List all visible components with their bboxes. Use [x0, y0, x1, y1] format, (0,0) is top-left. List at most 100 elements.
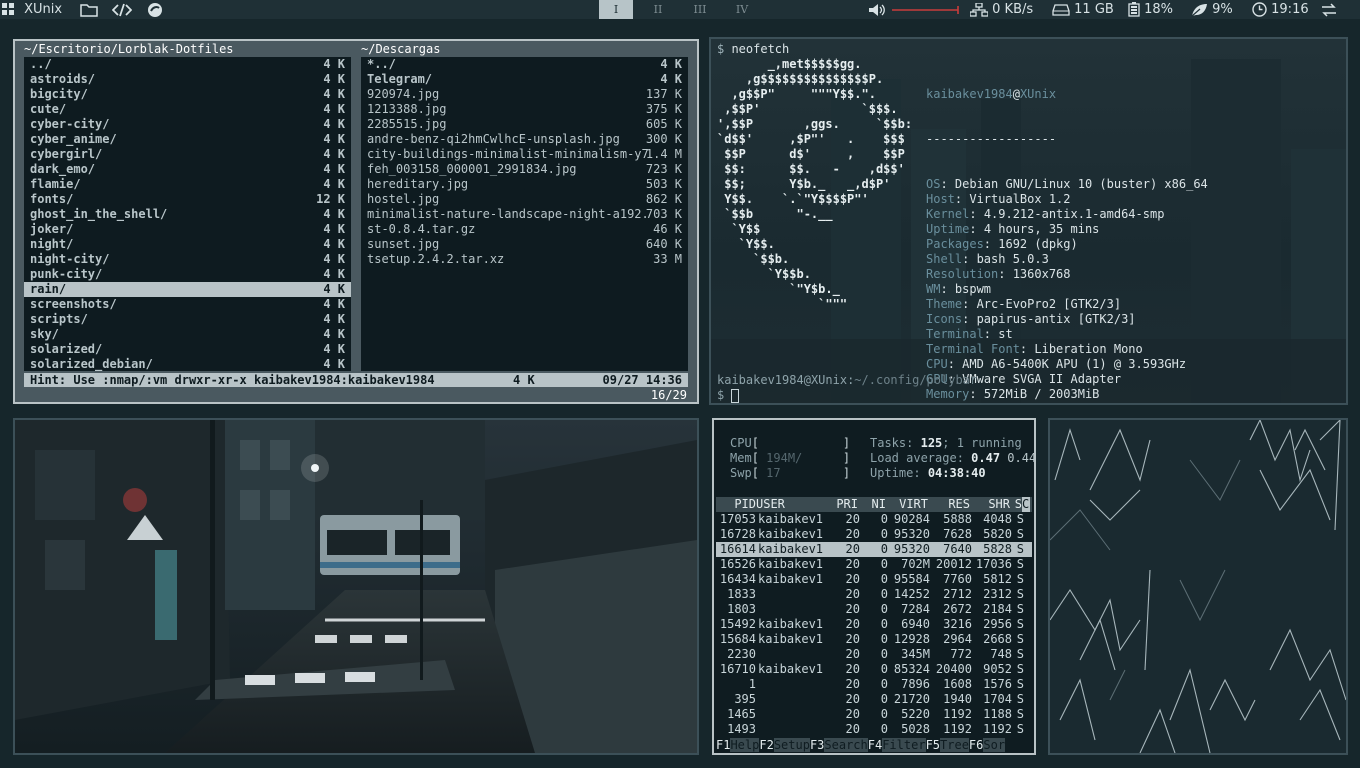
image-viewer-window[interactable] [13, 418, 699, 755]
process-row[interactable]: 1803 20 0 7284 2672 2184 S [716, 602, 1032, 617]
process-pri: 20 [845, 587, 860, 601]
files-launcher[interactable] [80, 0, 98, 19]
folder-row[interactable]: night-city/4 K [24, 252, 351, 267]
file-row[interactable]: 1213388.jpg 375 K [361, 102, 688, 117]
folder-row[interactable]: fonts/12 K [24, 192, 351, 207]
folder-row[interactable]: cute/4 K [24, 102, 351, 117]
column-header-shr[interactable]: SHR [970, 497, 1010, 512]
folder-row[interactable]: solarized_debian/4 K [24, 357, 351, 371]
file-row[interactable]: tsetup.2.4.2.tar.xz 33 M [361, 252, 688, 267]
folder-row[interactable]: joker/4 K [24, 222, 351, 237]
file-manager-window[interactable]: ~/Escritorio/Lorblak-Dotfiles ~/Descarga… [13, 39, 699, 404]
column-header-res[interactable]: RES [928, 497, 970, 512]
column-header-s[interactable]: S [1010, 497, 1022, 512]
process-row[interactable]: 15492 kaibakev1 20 0 6940 3216 2956 S [716, 617, 1032, 632]
process-row[interactable]: 16614 kaibakev1 20 0 95320 7640 5828 S [716, 542, 1032, 557]
folder-row[interactable]: cybergirl/4 K [24, 147, 351, 162]
power-module[interactable] [1320, 0, 1338, 19]
process-row[interactable]: 2230 20 0 345M 772 748 S [716, 647, 1032, 662]
process-row[interactable]: 1465 20 0 5220 1192 1188 S [716, 707, 1032, 722]
process-row[interactable]: 1833 20 0 14252 2712 2312 S [716, 587, 1032, 602]
entry-size: 4 K [323, 117, 345, 131]
folder-row[interactable]: bigcity/4 K [24, 87, 351, 102]
process-row[interactable]: 1493 20 0 5028 1192 1192 S [716, 722, 1032, 737]
folder-row[interactable]: cyber-city/4 K [24, 117, 351, 132]
entry-size: 12 K [316, 192, 345, 206]
input-line[interactable]: $ [717, 388, 740, 403]
file-row[interactable]: sunset.jpg 640 K [361, 237, 688, 252]
column-header-pid[interactable]: PID [716, 497, 756, 512]
folder-row[interactable]: *../ 4 K [361, 57, 688, 72]
swap-arrows-icon [1322, 2, 1336, 17]
volume-module[interactable] [868, 0, 960, 19]
folder-row[interactable]: solarized/4 K [24, 342, 351, 357]
file-row[interactable]: hostel.jpg 862 K [361, 192, 688, 207]
file-row[interactable]: andre-benz-qi2hmCwlhcE-unsplash.jpg 300 K [361, 132, 688, 147]
workspace-3[interactable]: III [683, 0, 717, 19]
folder-row[interactable]: night/4 K [24, 237, 351, 252]
distro-menu[interactable]: XUnix [2, 0, 62, 19]
workspace-4[interactable]: IV [725, 0, 759, 19]
folder-row[interactable]: dark_emo/4 K [24, 162, 351, 177]
folder-row[interactable]: ../ 4 K [24, 57, 351, 72]
file-row[interactable]: 920974.jpg 137 K [361, 87, 688, 102]
process-shr: 1704 [983, 692, 1012, 706]
folder-row[interactable]: Telegram/4 K [361, 72, 688, 87]
process-row[interactable]: 395 20 0 21720 1940 1704 S [716, 692, 1032, 707]
folder-row[interactable]: scripts/4 K [24, 312, 351, 327]
fkey-search[interactable]: F3Search [810, 738, 868, 752]
process-pid: 395 [734, 692, 756, 706]
entry-name: night/ [30, 237, 74, 251]
folder-row[interactable]: astroids/4 K [24, 72, 351, 87]
battery-icon [1128, 2, 1140, 17]
line-art-window[interactable] [1048, 418, 1348, 755]
right-file-pane[interactable]: *../4 K Telegram/4 K 920974.jpg 137 K 121338… [361, 57, 688, 371]
info-line: Memory: 572MiB / 2003MiB [926, 387, 1100, 401]
neofetch-terminal[interactable]: $ neofetch _,met$$$$$gg. ,g$$$$$$$$$$$$$… [709, 37, 1348, 405]
workspace-1[interactable]: I [599, 0, 633, 19]
process-virt: 95320 [893, 542, 930, 556]
process-row[interactable]: 15684 kaibakev1 20 0 12928 2964 2668 S [716, 632, 1032, 647]
file-row[interactable]: feh_003158_000001_2991834.jpg 723 K [361, 162, 688, 177]
folder-row[interactable]: rain/4 K [24, 282, 351, 297]
info-line: Packages: 1692 (dpkg) [926, 237, 1078, 251]
file-row[interactable]: 2285515.jpg 605 K [361, 117, 688, 132]
folder-row[interactable]: screenshots/4 K [24, 297, 351, 312]
info-key: Resolution [926, 267, 999, 281]
column-header-user[interactable]: USER [756, 497, 828, 512]
process-s: S [1016, 662, 1024, 676]
process-row[interactable]: 16526 kaibakev1 20 0 702M 20012 17036 S [716, 557, 1032, 572]
column-header-c[interactable]: C [1022, 497, 1030, 512]
process-row[interactable]: 16434 kaibakev1 20 0 95584 7760 5812 S [716, 572, 1032, 587]
process-row[interactable]: 1 20 0 7896 1608 1576 S [716, 677, 1032, 692]
file-row[interactable]: hereditary.jpg 503 K [361, 177, 688, 192]
column-header-ni[interactable]: NI [858, 497, 886, 512]
htop-window[interactable]: CPU[] Mem[ 194M/] Swp[ 17] Tasks: 125; 1… [712, 418, 1036, 755]
workspace-2[interactable]: II [641, 0, 675, 19]
left-file-pane[interactable]: ../4 Kastroids/4 Kbigcity/4 Kcute/4 Kcyb… [24, 57, 351, 371]
fkey-tree[interactable]: F5Tree [926, 738, 969, 752]
folder-row[interactable]: sky/4 K [24, 327, 351, 342]
column-header-virt[interactable]: VIRT [886, 497, 928, 512]
browser-launcher[interactable] [147, 0, 163, 19]
column-header-pri[interactable]: PRI [828, 497, 858, 512]
folder-row[interactable]: flamie/4 K [24, 177, 351, 192]
fkey-sor[interactable]: F6Sor [969, 738, 1006, 752]
fkey-help[interactable]: F1Help [716, 738, 760, 752]
fkey-setup[interactable]: F2Setup [759, 738, 810, 752]
process-table-header[interactable]: PIDUSER PRI NI VIRT RES SHR SC [716, 497, 1032, 512]
process-row[interactable]: 16728 kaibakev1 20 0 95320 7628 5820 S [716, 527, 1032, 542]
process-res: 1192 [943, 722, 972, 736]
process-row[interactable]: 17053 kaibakev1 20 0 90284 5888 4048 S [716, 512, 1032, 527]
file-row[interactable]: st-0.8.4.tar.gz 46 K [361, 222, 688, 237]
fkey-filter[interactable]: F4Filter [868, 738, 926, 752]
volume-bar[interactable] [890, 5, 960, 14]
folder-row[interactable]: cyber_anime/4 K [24, 132, 351, 147]
process-row[interactable]: 16710 kaibakev1 20 0 85324 20400 9052 S [716, 662, 1032, 677]
process-s: S [1016, 512, 1024, 526]
folder-row[interactable]: ghost_in_the_shell/4 K [24, 207, 351, 222]
file-row[interactable]: city-buildings-minimalist-minimalism-y7 1… [361, 147, 688, 162]
editor-launcher[interactable] [112, 0, 132, 19]
folder-row[interactable]: punk-city/4 K [24, 267, 351, 282]
file-row[interactable]: minimalist-nature-landscape-night-a192. 7… [361, 207, 688, 222]
